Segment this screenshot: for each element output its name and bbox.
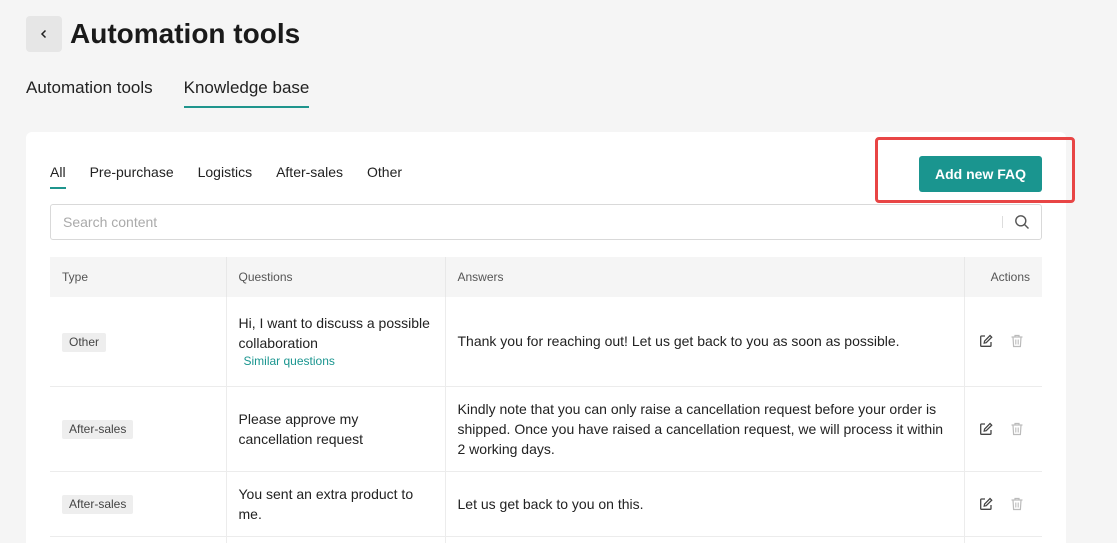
back-button[interactable] — [26, 16, 62, 52]
column-header-type: Type — [50, 257, 227, 297]
type-cell: After-sales — [50, 386, 227, 472]
similar-questions-link[interactable]: Similar questions — [239, 353, 433, 369]
edit-icon[interactable] — [977, 420, 995, 438]
table-row: After-sales You sent an extra product to… — [50, 471, 1042, 537]
table-row — [50, 536, 1042, 543]
trash-icon[interactable] — [1008, 420, 1026, 438]
tab-after-sales[interactable]: After-sales — [276, 164, 343, 189]
actions-cell — [964, 471, 1042, 537]
tab-logistics[interactable]: Logistics — [198, 164, 252, 189]
chevron-left-icon — [40, 29, 47, 39]
question-cell: Please approve my cancellation request — [226, 386, 446, 472]
table-row: After-sales Please approve my cancellati… — [50, 386, 1042, 472]
edit-icon[interactable] — [977, 332, 995, 350]
question-text: Hi, I want to discuss a possible collabo… — [238, 315, 430, 352]
search-bar — [50, 204, 1042, 240]
tab-pre-purchase[interactable]: Pre-purchase — [90, 164, 174, 189]
faq-card: All Pre-purchase Logistics After-sales O… — [26, 132, 1075, 543]
tab-automation-tools[interactable]: Automation tools — [26, 78, 153, 108]
type-badge: After-sales — [62, 420, 134, 439]
tab-other[interactable]: Other — [367, 164, 402, 189]
top-tabs: Automation tools Knowledge base — [26, 78, 310, 108]
category-tabs: All Pre-purchase Logistics After-sales O… — [50, 164, 402, 189]
actions-cell — [964, 386, 1042, 472]
answer-cell: Kindly note that you can only raise a ca… — [445, 386, 965, 472]
search-icon[interactable] — [1003, 205, 1041, 239]
table-row: Other Hi, I want to discuss a possible c… — [50, 297, 1042, 387]
answer-cell: Let us get back to you on this. — [445, 471, 965, 537]
question-text: Please approve my cancellation request — [238, 410, 364, 447]
edit-icon[interactable] — [977, 495, 995, 513]
trash-icon[interactable] — [1008, 332, 1026, 350]
question-text: You sent an extra product to me. — [238, 485, 414, 522]
type-badge: After-sales — [62, 495, 134, 514]
tab-all[interactable]: All — [50, 164, 66, 189]
type-badge: Other — [62, 332, 107, 352]
answer-cell: Thank you for reaching out! Let us get b… — [445, 297, 965, 387]
trash-icon[interactable] — [1008, 495, 1026, 513]
table-header: Type Questions Answers Actions — [50, 257, 1042, 297]
search-input[interactable] — [51, 205, 1002, 239]
faq-table: Type Questions Answers Actions Other Hi,… — [50, 257, 1042, 543]
page-title: Automation tools — [70, 18, 301, 49]
question-cell: You sent an extra product to me. — [226, 471, 446, 537]
question-cell: Hi, I want to discuss a possible collabo… — [226, 297, 446, 387]
type-cell: Other — [50, 297, 227, 387]
actions-cell — [964, 297, 1042, 387]
column-header-actions: Actions — [964, 257, 1042, 297]
column-header-answers: Answers — [445, 257, 965, 297]
type-cell: After-sales — [50, 471, 227, 537]
add-new-faq-button[interactable]: Add new FAQ — [919, 156, 1042, 192]
column-header-questions: Questions — [226, 257, 446, 297]
tab-knowledge-base[interactable]: Knowledge base — [183, 78, 310, 108]
